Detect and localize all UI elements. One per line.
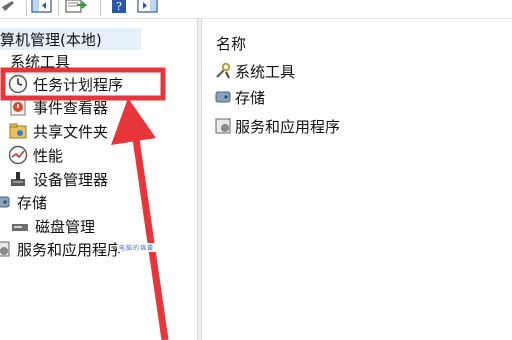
tree-item-label: 任务计划程序 (33, 75, 124, 94)
toolbar-separator (26, 0, 27, 16)
column-header-name[interactable]: 名称 (216, 33, 246, 54)
tree-item-label: 存储 (17, 193, 48, 212)
tree-item-system-tools[interactable]: 系统工具 (10, 50, 70, 72)
tree-item-event-viewer[interactable]: 事件查看器 (8, 96, 108, 118)
tree-item-label: 共享文件夹 (33, 122, 109, 141)
list-item[interactable]: 系统工具 (214, 60, 295, 82)
toolbar-separator (58, 0, 59, 16)
tree-root-computer-management[interactable]: 算机管理(本地) (0, 28, 141, 50)
event-viewer-icon (10, 98, 26, 116)
watermark: 电脑的锦囊 (117, 243, 157, 252)
tree-root-label: 算机管理(本地) (0, 30, 102, 49)
properties-icon[interactable] (0, 0, 24, 15)
list-item-label: 系统工具 (235, 62, 296, 81)
tools-icon (216, 62, 231, 79)
results-pane: 名称 系统工具 存储 服务和应用程序 (202, 19, 512, 340)
storage-icon (215, 91, 231, 103)
storage-icon (0, 196, 10, 208)
list-item[interactable]: 服务和应用程序 (214, 115, 340, 137)
show-action-pane-icon[interactable] (136, 0, 160, 15)
tree-item-performance[interactable]: 性能 (8, 144, 63, 166)
tree-item-storage[interactable]: 存储 (0, 191, 47, 213)
toolbar: ? (0, 0, 512, 19)
tree-item-label: 性能 (33, 146, 64, 165)
performance-icon (8, 145, 28, 165)
show-hide-tree-icon[interactable] (30, 0, 54, 15)
export-list-icon[interactable] (64, 0, 88, 15)
list-item-label: 服务和应用程序 (235, 117, 341, 136)
tree-item-services-and-applications[interactable]: 服务和应用程序 (0, 238, 122, 260)
console-tree: 算机管理(本地) 系统工具 任务计划程序 事件查看器 共享文件夹 性能 设备管理… (0, 19, 197, 340)
services-icon (0, 241, 10, 257)
tree-item-label: 系统工具 (10, 52, 71, 71)
services-icon (215, 118, 231, 134)
list-item[interactable]: 存储 (214, 86, 265, 108)
toolbar-separator (100, 0, 101, 16)
tree-item-disk-management[interactable]: 磁盘管理 (10, 215, 95, 237)
tree-item-task-scheduler[interactable]: 任务计划程序 (8, 73, 123, 95)
tree-item-label: 事件查看器 (33, 98, 109, 117)
tree-item-device-manager[interactable]: 设备管理器 (8, 168, 108, 190)
list-item-label: 存储 (235, 88, 266, 107)
shared-folder-icon (9, 123, 27, 139)
device-manager-icon (11, 172, 25, 186)
svg-text:?: ? (116, 0, 122, 13)
clock-icon (8, 74, 28, 94)
tree-item-label: 设备管理器 (33, 170, 109, 189)
help-icon[interactable]: ? (108, 0, 132, 15)
disk-management-icon (12, 224, 28, 231)
tree-item-label: 磁盘管理 (35, 217, 96, 236)
tree-item-shared-folders[interactable]: 共享文件夹 (8, 120, 108, 142)
tree-item-label: 服务和应用程序 (17, 240, 123, 259)
